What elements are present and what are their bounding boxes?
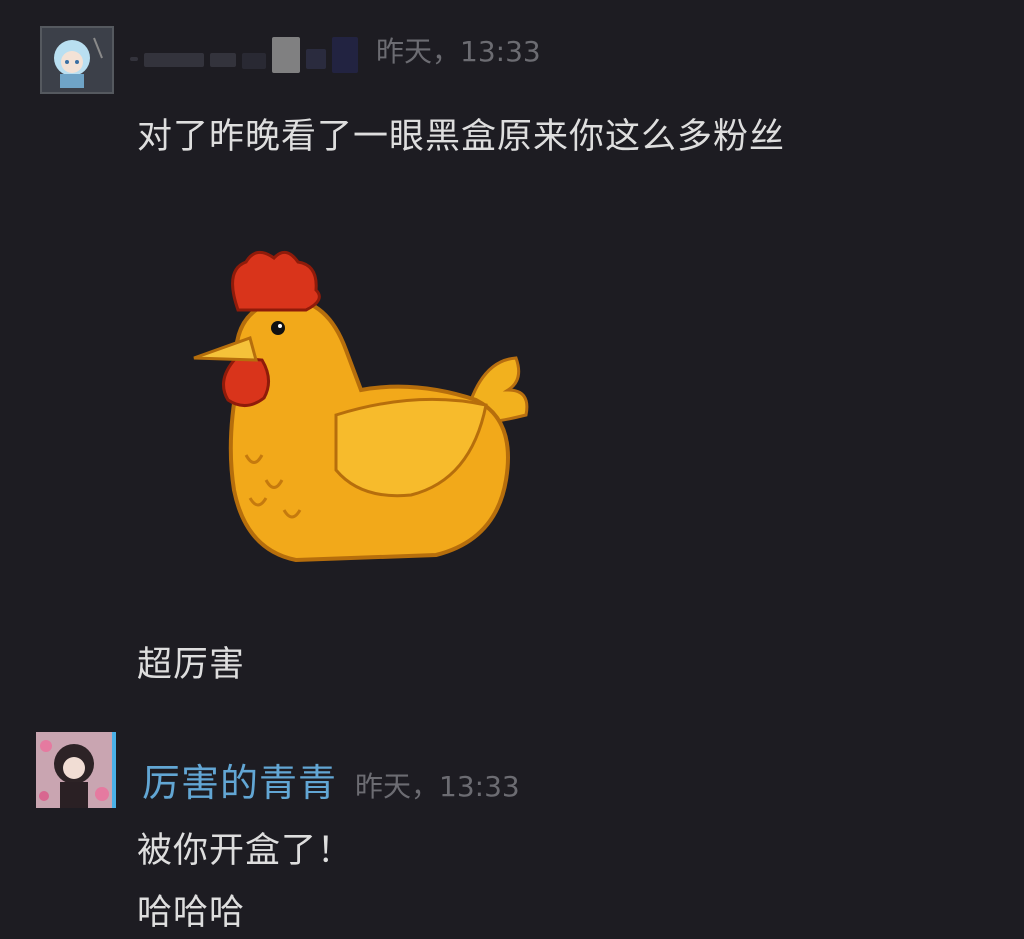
chicken-sticker-icon[interactable]: [186, 240, 536, 570]
message-text: 被你开盒了！: [137, 831, 354, 871]
avatar[interactable]: [40, 26, 114, 94]
message-timestamp: 昨天，13:33: [376, 35, 541, 68]
avatar[interactable]: [36, 732, 116, 808]
username[interactable]: 厉害的青青: [142, 752, 337, 807]
message-text: 超厉害: [137, 645, 246, 685]
message-text: 对了昨晚看了一眼黑盒原来你这么多粉丝: [137, 117, 786, 157]
message-header: 昨天，13:33: [130, 30, 541, 73]
username-redacted: [130, 33, 358, 73]
message-timestamp: 昨天，13:33: [355, 770, 520, 803]
message-header: 厉害的青青 昨天，13:33: [142, 752, 520, 807]
avatar-image-icon: [42, 28, 112, 92]
avatar-image-icon: [36, 732, 112, 808]
message-text: 哈哈哈: [137, 893, 246, 933]
